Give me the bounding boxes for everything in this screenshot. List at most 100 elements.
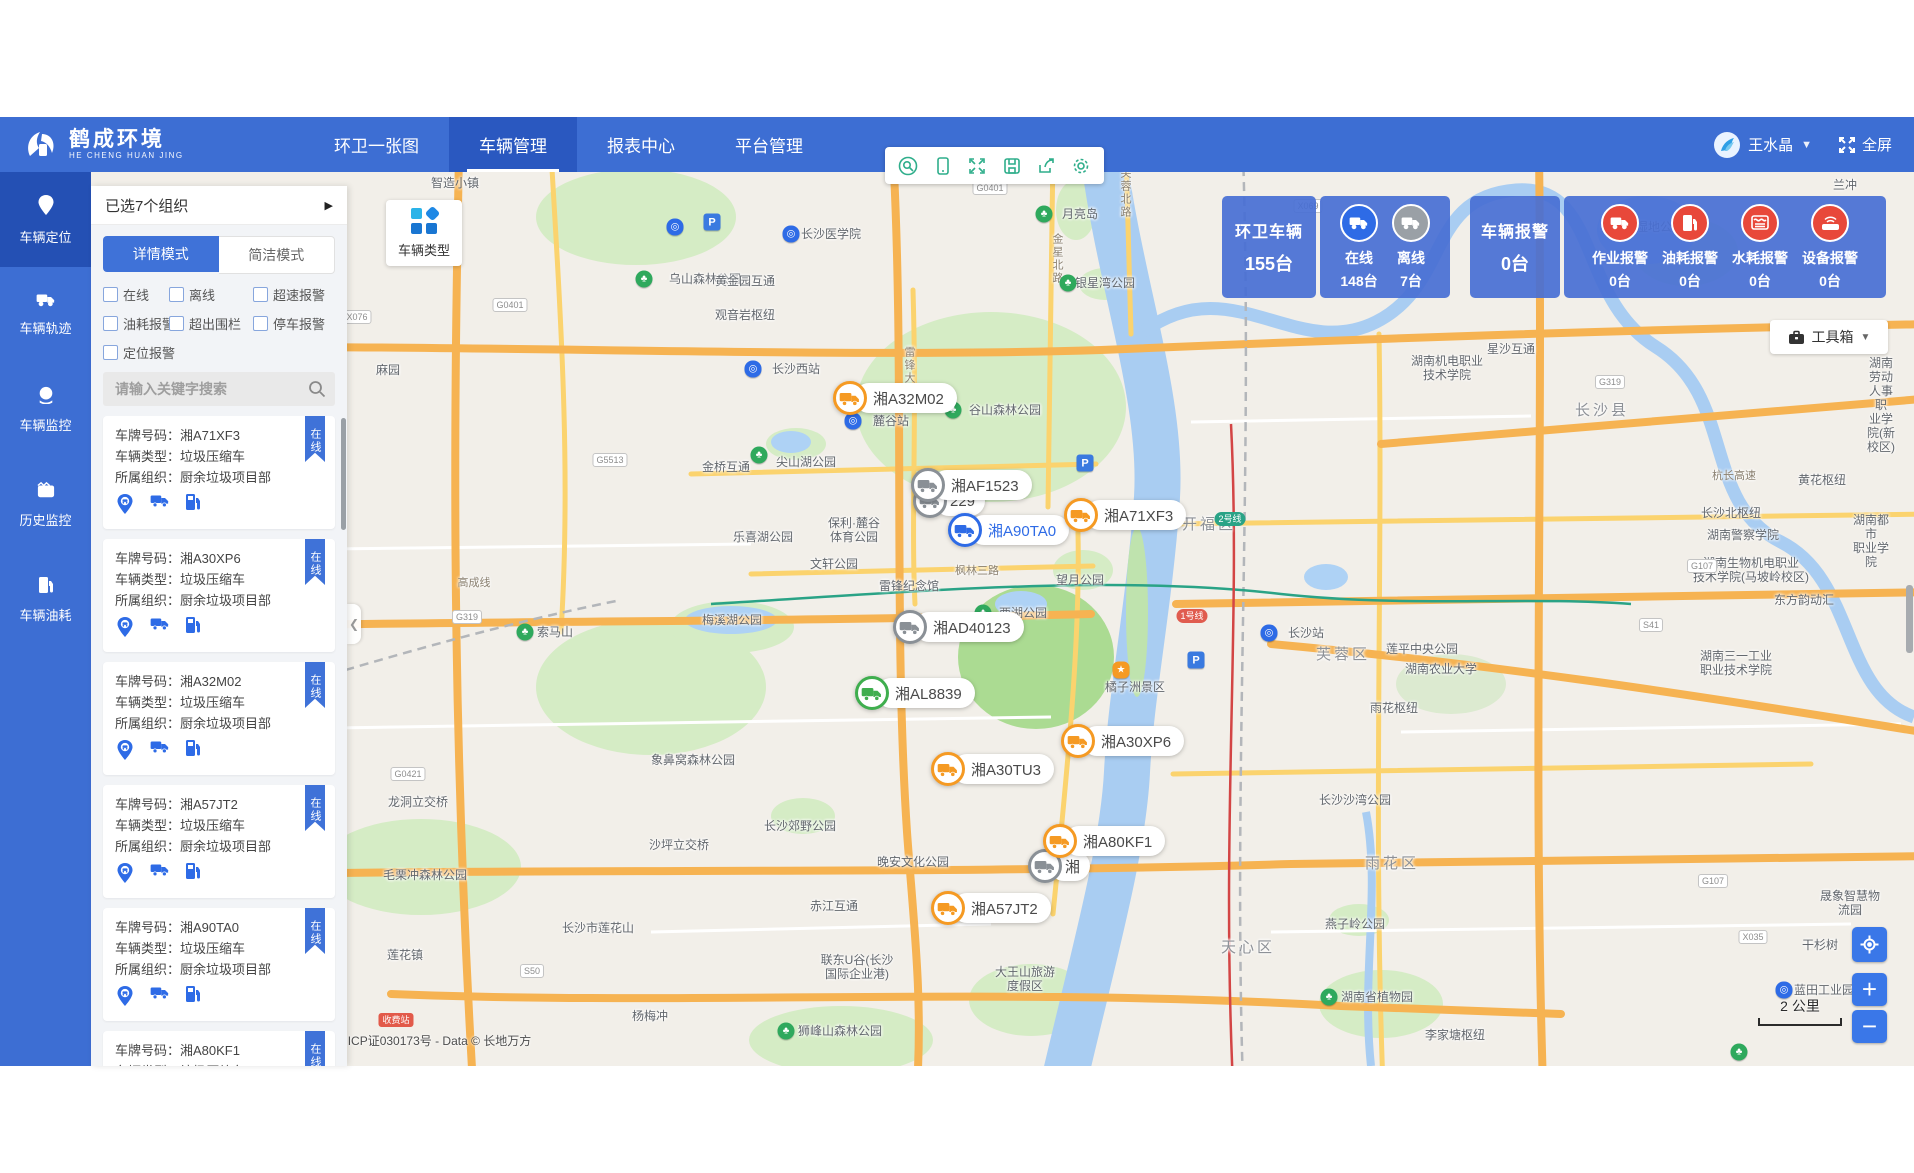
- panel-collapse-tab[interactable]: ❮: [347, 604, 361, 644]
- sidebar-item[interactable]: 车辆轨迹: [0, 267, 91, 362]
- vehicle-card[interactable]: 车牌号码：湘A80KF1车辆类型：垃圾压缩车所属组织：厨余垃圾项目部在线: [103, 1031, 335, 1066]
- map-label: 星沙互通: [1487, 342, 1535, 356]
- vehicle-marker[interactable]: 湘A57JT2: [931, 891, 1051, 925]
- locate-button[interactable]: [1852, 927, 1887, 962]
- map-label: 长沙北枢纽: [1701, 506, 1761, 520]
- zoom-in-button[interactable]: +: [1852, 973, 1887, 1006]
- map-label: 枫林三路: [955, 564, 999, 578]
- locate-vehicle-icon[interactable]: [115, 493, 135, 521]
- nav-item[interactable]: 环卫一张图: [304, 117, 449, 172]
- vehicle-marker[interactable]: 湘A80KF1: [1043, 824, 1165, 858]
- zoom-out-button[interactable]: −: [1852, 1010, 1887, 1043]
- map-label: 天心区: [1221, 941, 1275, 955]
- logo: 鹤成环境 HE CHENG HUAN JING: [22, 126, 272, 164]
- logo-title: 鹤成环境: [69, 129, 184, 151]
- org-selector[interactable]: 已选7个组织 ▶: [91, 186, 347, 225]
- toolbox-button[interactable]: 工具箱 ▼: [1770, 320, 1888, 354]
- vehicle-marker[interactable]: 湘A32M02: [833, 381, 957, 415]
- filter-checkbox[interactable]: 停车报警: [253, 314, 335, 333]
- panel-scrollbar-thumb[interactable]: [341, 418, 346, 530]
- sidebar-item[interactable]: 车辆监控: [0, 362, 91, 457]
- map-label: 兰冲: [1833, 178, 1857, 192]
- filter-checkbox[interactable]: 超出围栏: [169, 314, 253, 333]
- nav-item[interactable]: 报表中心: [577, 117, 705, 172]
- nav-item[interactable]: 车辆管理: [449, 117, 577, 172]
- locate-vehicle-icon[interactable]: [115, 616, 135, 644]
- user-name[interactable]: 王水晶: [1748, 134, 1793, 155]
- expand-map-icon[interactable]: [966, 155, 988, 177]
- map-label: 湖南警察学院: [1707, 528, 1779, 542]
- vehicle-marker[interactable]: 湘A90TA0: [948, 513, 1069, 547]
- checkbox-icon: [103, 316, 118, 331]
- track-vehicle-icon[interactable]: [150, 739, 170, 767]
- vehicle-marker[interactable]: 湘A71XF3: [1064, 498, 1186, 532]
- vehicle-card[interactable]: 车牌号码：湘A71XF3车辆类型：垃圾压缩车所属组织：厨余垃圾项目部在线: [103, 416, 335, 529]
- fuel-vehicle-icon[interactable]: [185, 985, 201, 1013]
- mobile-view-icon[interactable]: [932, 155, 954, 177]
- user-avatar[interactable]: [1714, 132, 1740, 158]
- mode-simple-button[interactable]: 简洁模式: [219, 236, 336, 274]
- filter-checkbox[interactable]: 定位报警: [103, 343, 169, 362]
- track-vehicle-icon[interactable]: [150, 862, 170, 890]
- filter-checkbox[interactable]: 油耗报警: [103, 314, 169, 333]
- toolbox-chevron-icon: ▼: [1861, 332, 1871, 343]
- vehicle-marker[interactable]: 湘AL8839: [855, 676, 975, 710]
- filter-checkbox[interactable]: 离线: [169, 285, 253, 304]
- vehicle-card-plate: 车牌号码：湘A80KF1: [115, 1040, 323, 1061]
- search-input[interactable]: [103, 372, 335, 406]
- fuel-vehicle-icon[interactable]: [185, 493, 201, 521]
- fuel-vehicle-icon[interactable]: [185, 739, 201, 767]
- map-label: 大王山旅游 度假区: [995, 965, 1055, 993]
- alarm-value: 0台: [1609, 271, 1631, 291]
- vehicle-card-type: 车辆类型：垃圾压缩车: [115, 692, 323, 713]
- tree-poi-icon: ♣: [778, 1023, 795, 1040]
- filter-checkbox[interactable]: 在线: [103, 285, 169, 304]
- track-vehicle-icon[interactable]: [150, 493, 170, 521]
- vehicle-marker[interactable]: 湘A30XP6: [1061, 724, 1184, 758]
- locate-vehicle-icon[interactable]: [115, 985, 135, 1013]
- settings-gear-icon[interactable]: [1070, 155, 1092, 177]
- locate-vehicle-icon[interactable]: [115, 862, 135, 890]
- road-badge: 1号线: [1176, 609, 1207, 623]
- stat-column: 离线7台: [1392, 204, 1430, 291]
- road-badge: G0421: [390, 767, 425, 781]
- road-badge: X035: [1738, 930, 1767, 944]
- map-canvas[interactable]: 智造小镇乌山森林公园长沙医学院黄金园互通月亮岛银星湾公园观音岩枢纽麻园长沙西站金…: [91, 172, 1914, 1066]
- mode-toggle: 详情模式 简洁模式: [103, 236, 335, 274]
- filter-label: 在线: [123, 285, 149, 304]
- vehicle-card[interactable]: 车牌号码：湘A57JT2车辆类型：垃圾压缩车所属组织：厨余垃圾项目部在线: [103, 785, 335, 898]
- track-vehicle-icon[interactable]: [150, 985, 170, 1013]
- alarm-value: 0台: [1819, 271, 1841, 291]
- locate-vehicle-icon[interactable]: [115, 739, 135, 767]
- share-map-icon[interactable]: [1035, 155, 1057, 177]
- map-label: 湖南劳动人事职 业学院(新校区): [1865, 356, 1898, 454]
- vehicle-marker[interactable]: 湘A30TU3: [931, 752, 1054, 786]
- map-search-icon[interactable]: [897, 155, 919, 177]
- mode-detail-button[interactable]: 详情模式: [103, 236, 219, 272]
- marker-plate-label: 湘AF1523: [932, 470, 1032, 500]
- vehicle-card[interactable]: 车牌号码：湘A90TA0车辆类型：垃圾压缩车所属组织：厨余垃圾项目部在线: [103, 908, 335, 1021]
- sidebar-item-label: 车辆轨迹: [19, 318, 71, 337]
- org-expand-arrow-icon[interactable]: ▶: [325, 199, 333, 212]
- filter-checkbox[interactable]: 超速报警: [253, 285, 335, 304]
- vehicle-card[interactable]: 车牌号码：湘A32M02车辆类型：垃圾压缩车所属组织：厨余垃圾项目部在线: [103, 662, 335, 775]
- vehicle-marker[interactable]: 湘AF1523: [911, 468, 1032, 502]
- search-icon[interactable]: [308, 380, 326, 398]
- vehicle-marker[interactable]: 湘AD40123: [893, 610, 1024, 644]
- vehicle-type-button[interactable]: 车辆类型: [386, 200, 462, 266]
- vehicle-card-type: 车辆类型：垃圾压缩车: [115, 569, 323, 590]
- track-vehicle-icon[interactable]: [150, 616, 170, 644]
- map-label: 雷锋纪念馆: [879, 579, 939, 593]
- sidebar-item[interactable]: 车辆定位: [0, 172, 91, 267]
- save-map-icon[interactable]: [1001, 155, 1023, 177]
- nav-item[interactable]: 平台管理: [705, 117, 833, 172]
- sidebar-item[interactable]: 历史监控: [0, 457, 91, 552]
- fuel-vehicle-icon[interactable]: [185, 616, 201, 644]
- page-scrollbar-thumb[interactable]: [1906, 585, 1913, 653]
- vehicle-card[interactable]: 车牌号码：湘A30XP6车辆类型：垃圾压缩车所属组织：厨余垃圾项目部在线: [103, 539, 335, 652]
- tree-poi-icon: ♣: [1731, 1044, 1748, 1061]
- fullscreen-button[interactable]: 全屏: [1838, 134, 1892, 155]
- chevron-down-icon[interactable]: ▼: [1801, 139, 1812, 151]
- sidebar-item[interactable]: 车辆油耗: [0, 552, 91, 647]
- fuel-vehicle-icon[interactable]: [185, 862, 201, 890]
